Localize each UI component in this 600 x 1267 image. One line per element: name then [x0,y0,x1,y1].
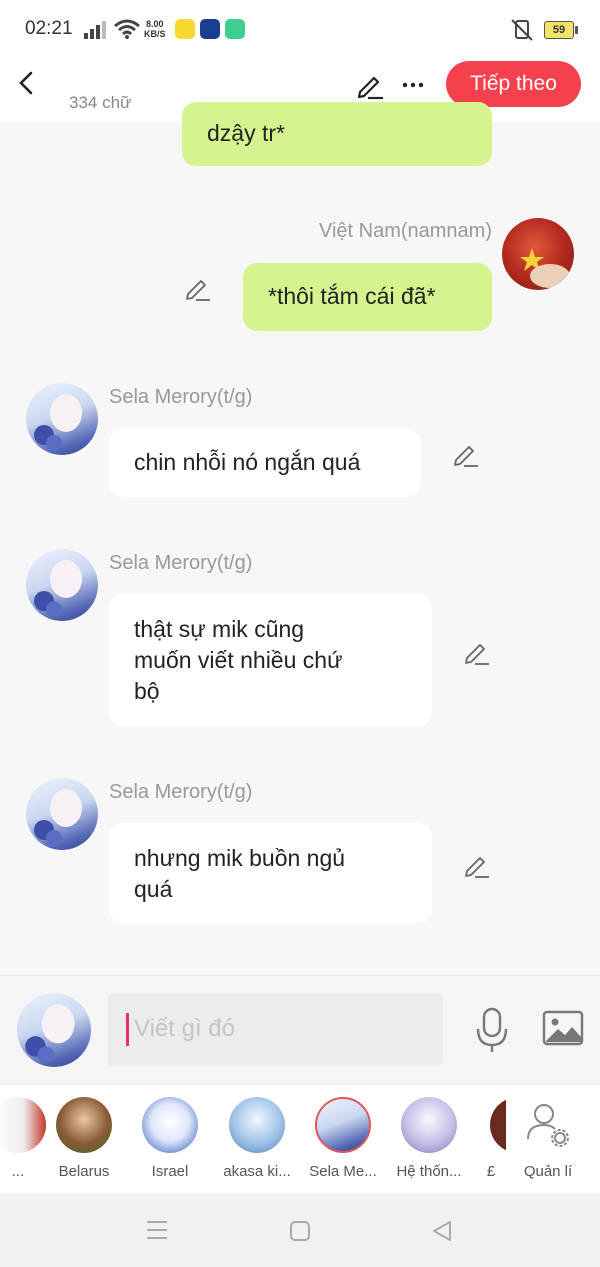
character-item[interactable]: akasa ki... [217,1097,297,1180]
word-count: 334 chữ [69,93,132,112]
message-text-line: quá [134,876,173,902]
character-name: £ [486,1163,496,1180]
pencil-icon[interactable] [355,70,385,100]
sender-name: Việt Nam(namnam) [318,220,492,242]
character-item-selected[interactable]: Sela Me... [303,1097,383,1180]
character-avatar [142,1097,198,1153]
text-caret [126,1013,129,1046]
avatar-art [34,789,82,846]
more-icon[interactable] [399,70,429,100]
image-icon[interactable] [542,1010,584,1046]
back-icon[interactable] [12,68,42,98]
home-icon[interactable] [289,1220,311,1242]
character-name: Sela Me... [309,1163,377,1180]
character-avatar [229,1097,285,1153]
message-text: *thôi tắm cái đã* [268,283,436,309]
character-item[interactable]: £ [476,1097,506,1180]
sender-name: Sela Merory(t/g) [109,781,253,803]
character-bar: ... Belarus Israel akasa ki... Sela Me..… [0,1084,600,1193]
mute-icon [511,19,533,41]
message-text-line: thật sự mik cũng [134,616,305,642]
character-item[interactable]: Hệ thốn... [389,1097,469,1180]
character-avatar [490,1097,506,1153]
avatar[interactable] [26,549,98,621]
character-name: Belarus [58,1163,110,1180]
sender-name: Sela Merory(t/g) [109,386,253,408]
message-input[interactable]: Viết gì đó [108,993,443,1066]
manage-user-icon [527,1104,569,1147]
back-triangle-icon[interactable] [430,1219,454,1243]
next-button[interactable]: Tiếp theo [446,61,581,107]
message-bubble-own[interactable]: dzậy tr* [182,102,492,166]
composer: Viết gì đó [0,975,600,1084]
character-avatar [401,1097,457,1153]
avatar-art [25,1004,75,1063]
character-name: akasa ki... [223,1163,291,1180]
avatar-art [520,248,570,288]
sender-name: Sela Merory(t/g) [109,552,253,574]
message-text-line: nhưng mik buồn ngủ [134,845,346,871]
battery-indicator: 59 [544,21,578,39]
net-speed: 8.00 KB/S [144,19,166,39]
edit-icon[interactable] [184,274,212,302]
character-avatar [56,1097,112,1153]
character-name: Quản lí [523,1163,573,1180]
avatar[interactable] [26,778,98,850]
message-text: chin nhỗi nó ngắn quá [134,449,361,475]
notification-app-icon [175,19,195,39]
avatar[interactable] [502,218,574,290]
avatar-art [34,394,82,451]
current-character-avatar[interactable] [17,993,91,1067]
message-bubble[interactable]: thật sự mik cũng muốn viết nhiều chứ bộ [109,594,432,726]
message-placeholder: Viết gì đó [134,1015,235,1042]
chat-app-icon [225,19,245,39]
signal-icon [84,21,106,39]
wifi-icon [114,19,140,39]
status-time: 02:21 [25,18,73,39]
message-bubble[interactable]: chin nhỗi nó ngắn quá [109,429,421,497]
character-item[interactable]: Israel [130,1097,210,1180]
character-item[interactable]: Belarus [44,1097,124,1180]
status-bar: 02:21 8.00 KB/S 59 [0,0,600,60]
message-text: dzậy tr* [207,120,285,146]
character-avatar [0,1097,46,1153]
system-nav-bar [0,1193,600,1267]
message-bubble-own[interactable]: *thôi tắm cái đã* [243,263,492,331]
microphone-icon[interactable] [474,1007,510,1053]
edit-icon[interactable] [463,638,491,666]
character-avatar [315,1097,371,1153]
message-text-line: muốn viết nhiều chứ [134,647,343,673]
avatar-art [34,560,82,617]
edit-icon[interactable] [452,440,480,468]
avatar[interactable] [26,383,98,455]
message-bubble[interactable]: nhưng mik buồn ngủ quá [109,823,432,923]
chat-area: dzậy tr* Việt Nam(namnam) *thôi tắm cái … [0,102,600,975]
message-text-line: bộ [134,678,160,704]
edit-icon[interactable] [463,851,491,879]
shield-app-icon [200,19,220,39]
character-name: Hệ thốn... [396,1163,462,1180]
menu-icon[interactable] [145,1219,169,1241]
manage-characters-button[interactable]: Quản lí [508,1097,588,1180]
character-name: Israel [151,1163,189,1180]
